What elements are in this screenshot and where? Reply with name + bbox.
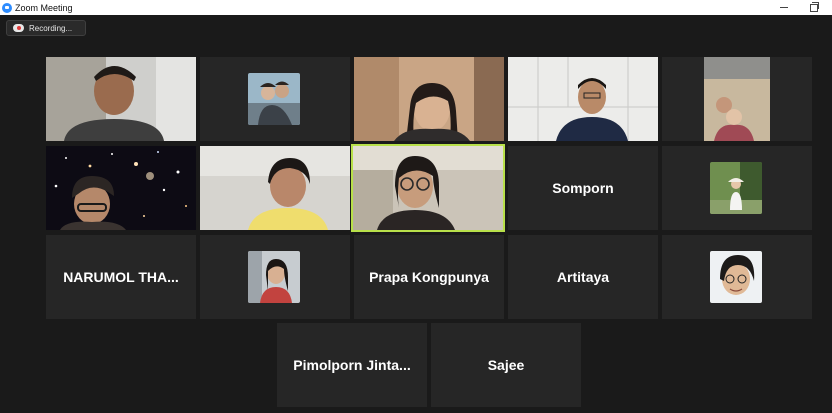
participant-tile[interactable] — [200, 57, 350, 141]
camera-video — [354, 57, 504, 141]
participant-tile[interactable] — [662, 146, 812, 230]
minimize-icon[interactable] — [780, 7, 788, 8]
window-title: Zoom Meeting — [15, 2, 73, 13]
participant-tile-active-speaker[interactable] — [351, 144, 505, 232]
participant-name: Sajee — [487, 357, 525, 373]
recording-label: Recording... — [29, 23, 73, 33]
participant-tile[interactable] — [508, 57, 658, 141]
participant-tile[interactable]: Sajee — [431, 323, 581, 407]
participant-tile[interactable] — [46, 57, 196, 141]
camera-video — [200, 146, 350, 230]
participant-tile[interactable]: Pimolporn Jinta... — [277, 323, 427, 407]
recording-indicator[interactable]: Recording... — [6, 20, 86, 36]
participant-tile[interactable] — [46, 146, 196, 230]
restore-icon[interactable] — [810, 1, 819, 12]
cloud-recording-icon — [13, 24, 24, 32]
camera-video — [353, 146, 503, 230]
participant-name: Pimolporn Jinta... — [293, 357, 411, 373]
participant-tile[interactable] — [662, 235, 812, 319]
title-bar: Zoom Meeting — [0, 0, 832, 15]
camera-video — [46, 57, 196, 141]
participant-name: Artitaya — [556, 269, 610, 285]
participant-tile[interactable]: NARUMOL THA... — [46, 235, 196, 319]
profile-photo — [710, 251, 762, 303]
profile-photo — [710, 162, 762, 214]
participant-tile[interactable] — [200, 146, 350, 230]
participant-tile[interactable]: Artitaya — [508, 235, 658, 319]
profile-photo — [248, 251, 300, 303]
participant-tile[interactable] — [662, 57, 812, 141]
profile-photo — [248, 73, 300, 125]
participant-name: Prapa Kongpunya — [369, 269, 489, 285]
participant-name: Somporn — [552, 180, 614, 196]
participant-tile[interactable] — [354, 57, 504, 141]
zoom-icon — [2, 2, 12, 13]
camera-video — [662, 57, 812, 141]
participant-tile[interactable] — [200, 235, 350, 319]
participant-name: NARUMOL THA... — [63, 269, 179, 285]
participant-tile[interactable]: Somporn — [508, 146, 658, 230]
camera-video — [46, 146, 196, 230]
participant-tile[interactable]: Prapa Kongpunya — [354, 235, 504, 319]
camera-video — [508, 57, 658, 141]
